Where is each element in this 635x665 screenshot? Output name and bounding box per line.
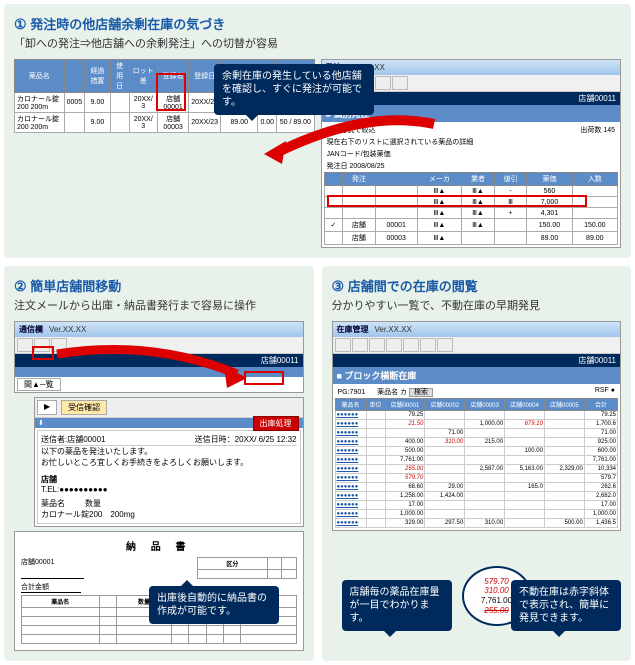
inventory-table: 薬品名単位店舗00001店舗00002店舗00003店舗00004店舗00005… <box>335 398 619 528</box>
inv-win-ver: Ver.XX.XX <box>375 325 412 334</box>
mail-detail-tabs: ▶ 受信確認 <box>35 398 303 418</box>
mail-date: 送信日時：20XX/ 6/25 12:32 <box>195 434 297 445</box>
mail-from: 送信者:店舗00001 <box>41 434 105 445</box>
highlight-registrant <box>156 73 186 111</box>
inv-titlebar: 在庫管理 Ver.XX.XX <box>333 322 621 337</box>
section-1-heading: ① 発注時の他店舗余剰在庫の気づき <box>14 14 621 33</box>
callout-surplus: 余剰在庫の発生している他店舗を確認し、すぐに発注が可能です。 <box>214 64 374 115</box>
section-3-heading: ③ 店舗間での在庫の閲覧 <box>332 276 622 295</box>
mail-win-title: 通信欄 <box>19 324 43 335</box>
toolbar-btn[interactable] <box>369 338 385 352</box>
bubble-v3: 7,761.00 <box>481 596 512 606</box>
delivery-hdr: 区分 <box>197 558 268 570</box>
toolbar-btn[interactable] <box>392 76 408 90</box>
ship-button[interactable]: 出庫処理 <box>253 416 299 431</box>
section-1: ① 発注時の他店舗余剰在庫の気づき 「卸への発注⇒他店舗への余剰発注」への切替が… <box>4 4 631 258</box>
bubble-v1: 579.70 <box>484 577 508 587</box>
bubble-v2: 310.00 <box>484 586 508 596</box>
search-button[interactable]: 検索 <box>409 388 433 397</box>
section-3-num: ③ <box>332 278 345 294</box>
toolbar-btn[interactable] <box>335 338 351 352</box>
toolbar-btn[interactable] <box>386 338 402 352</box>
section-2-subtitle: 注文メールから出庫・納品書発行まで容易に操作 <box>14 297 304 313</box>
mail-body: お忙しいところ宜しくお手続きをよろしくお願いします。 <box>41 457 297 468</box>
order-right-table: 発注メーカ業者値引薬価入数Ⅲ▲Ⅲ▲-560Ⅲ▲Ⅲ▲Ⅲ7,000Ⅲ▲Ⅲ▲+4,30… <box>324 172 619 245</box>
mail-col-label: 薬品名 <box>41 498 65 509</box>
tab-receive[interactable]: 受信確認 <box>61 400 107 415</box>
mail-win-ver: Ver.XX.XX <box>49 325 86 334</box>
section-3-title: 店舗間での在庫の閲覧 <box>348 279 478 294</box>
form-value: 出荷数 145 <box>580 125 615 135</box>
mail-store: 店舗 <box>41 475 57 484</box>
mail-body: 以下の薬品を発注いたします。 <box>41 446 297 457</box>
section-2-num: ② <box>14 278 27 294</box>
toolbar-btn[interactable] <box>403 338 419 352</box>
section-1-num: ① <box>14 16 27 32</box>
section-1-title: 発注時の他店舗余剰在庫の気づき <box>30 17 225 32</box>
highlight-order-row <box>327 195 587 207</box>
section-2: ② 簡単店舗間移動 注文メールから出庫・納品書発行まで容易に操作 通信欄 Ver.… <box>4 266 314 661</box>
callout-delivery: 出庫後自動的に納品書の作成が可能です。 <box>149 586 279 624</box>
mail-tel: T.EL:●●●●●●●●●● <box>41 485 297 494</box>
callout-per-store: 店舗毎の薬品在庫量が一目でわかります。 <box>342 580 452 631</box>
bubble-v4: 255.00 <box>484 606 508 616</box>
mail-titlebar: 通信欄 Ver.XX.XX <box>15 322 303 337</box>
section-2-title: 簡単店舗間移動 <box>30 279 121 294</box>
tab-list2[interactable]: ▶ <box>37 400 57 415</box>
inventory-window: 在庫管理 Ver.XX.XX 店舗00011 ■ ブロック横断在庫 PG:7901… <box>332 321 622 531</box>
arrow-surplus <box>264 119 444 172</box>
highlight-tab <box>32 346 54 360</box>
toolbar-btn[interactable] <box>375 76 391 90</box>
mail-detail: ▶ 受信確認 出庫処理 ⬇ 送信者:店舗00001送信日時：20XX/ 6/25… <box>34 397 304 527</box>
section-1-subtitle: 「卸への発注⇒他店舗への余剰発注」への切替が容易 <box>14 35 621 51</box>
callout-dead-stock: 不動在庫は赤字斜体で表示され、簡単に発見できます。 <box>511 580 621 631</box>
delivery-store: 店舗00001 <box>21 557 84 579</box>
filter-rsf: RSF ● <box>595 387 615 394</box>
section-3: ③ 店舗間での在庫の閲覧 分かりやすい一覧で、不動在庫の早期発見 在庫管理 Ver… <box>322 266 632 661</box>
inv-win-title: 在庫管理 <box>337 324 369 335</box>
toolbar-btn[interactable] <box>17 338 33 352</box>
inv-userbar: 店舗00011 <box>333 354 621 367</box>
inv-toolbar <box>333 337 621 354</box>
delivery-title: 納 品 書 <box>21 538 297 553</box>
filter-pg: PG:7901 <box>338 389 366 396</box>
section-3-subtitle: 分かりやすい一覧で、不動在庫の早期発見 <box>332 297 622 313</box>
toolbar-btn[interactable] <box>420 338 436 352</box>
toolbar-btn[interactable] <box>352 338 368 352</box>
section-2-heading: ② 簡単店舗間移動 <box>14 276 304 295</box>
inv-section-bar: ■ ブロック横断在庫 <box>333 367 621 384</box>
arrow-ship <box>52 344 252 387</box>
delivery-sum-label: 合計金額 <box>21 582 81 593</box>
mail-item: カロナール錠200 200mg <box>41 509 297 520</box>
filter-name: 薬品名 カ <box>377 389 407 396</box>
toolbar-btn[interactable] <box>437 338 453 352</box>
